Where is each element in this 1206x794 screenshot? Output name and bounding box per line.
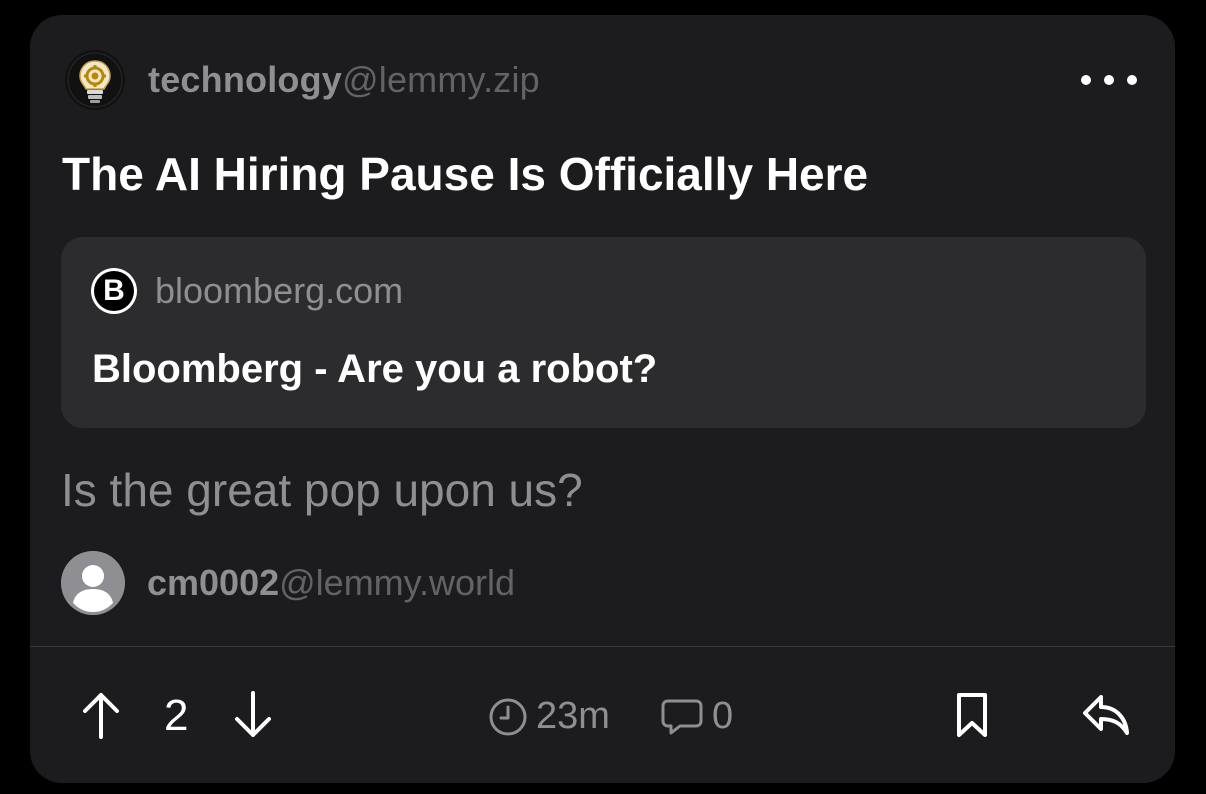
bloomberg-favicon-icon: B [91, 268, 137, 314]
downvote-button[interactable] [230, 689, 276, 741]
link-title: Bloomberg - Are you a robot? [92, 347, 658, 391]
upvote-button[interactable] [78, 689, 124, 741]
reply-button[interactable] [1080, 691, 1132, 739]
ellipsis-icon [1081, 75, 1091, 85]
post-title[interactable]: The AI Hiring Pause Is Officially Here [62, 147, 868, 201]
community-name[interactable]: technology@lemmy.zip [148, 59, 540, 101]
more-options-button[interactable] [1081, 65, 1137, 95]
clock-icon [489, 698, 527, 735]
comments-count[interactable]: 0 [660, 695, 733, 738]
post-age-text: 23m [536, 695, 610, 737]
reply-arrow-icon [1083, 695, 1129, 735]
post-card[interactable]: technology@lemmy.zip The AI Hiring Pause… [30, 15, 1175, 783]
arrow-down-icon [235, 691, 271, 737]
link-preview[interactable]: B bloomberg.com Bloomberg - Are you a ro… [61, 237, 1146, 428]
post-header: technology@lemmy.zip [64, 49, 1141, 111]
score-count: 2 [164, 691, 189, 740]
author-name[interactable]: cm0002@lemmy.world [147, 562, 515, 604]
author-instance: @lemmy.world [279, 562, 516, 603]
action-bar: 2 23m 0 [30, 647, 1175, 783]
bookmark-icon [957, 693, 987, 737]
link-domain: bloomberg.com [155, 270, 404, 311]
comments-count-text: 0 [712, 695, 734, 737]
lightbulb-gear-icon[interactable] [64, 49, 126, 111]
community-name-text: technology [148, 59, 343, 100]
post-body: Is the great pop upon us? [61, 464, 583, 516]
save-button[interactable] [952, 687, 992, 743]
author-name-text: cm0002 [147, 562, 280, 603]
default-avatar-icon [61, 551, 125, 615]
post-age: 23m [488, 695, 610, 738]
community-instance: @lemmy.zip [342, 59, 540, 100]
comment-bubble-icon [661, 699, 703, 734]
ellipsis-dot [1127, 75, 1137, 85]
arrow-up-icon [83, 693, 119, 739]
ellipsis-dot [1104, 75, 1114, 85]
link-domain-row: B bloomberg.com [91, 267, 403, 315]
author-row[interactable]: cm0002@lemmy.world [61, 550, 515, 616]
favicon-letter: B [94, 271, 134, 311]
